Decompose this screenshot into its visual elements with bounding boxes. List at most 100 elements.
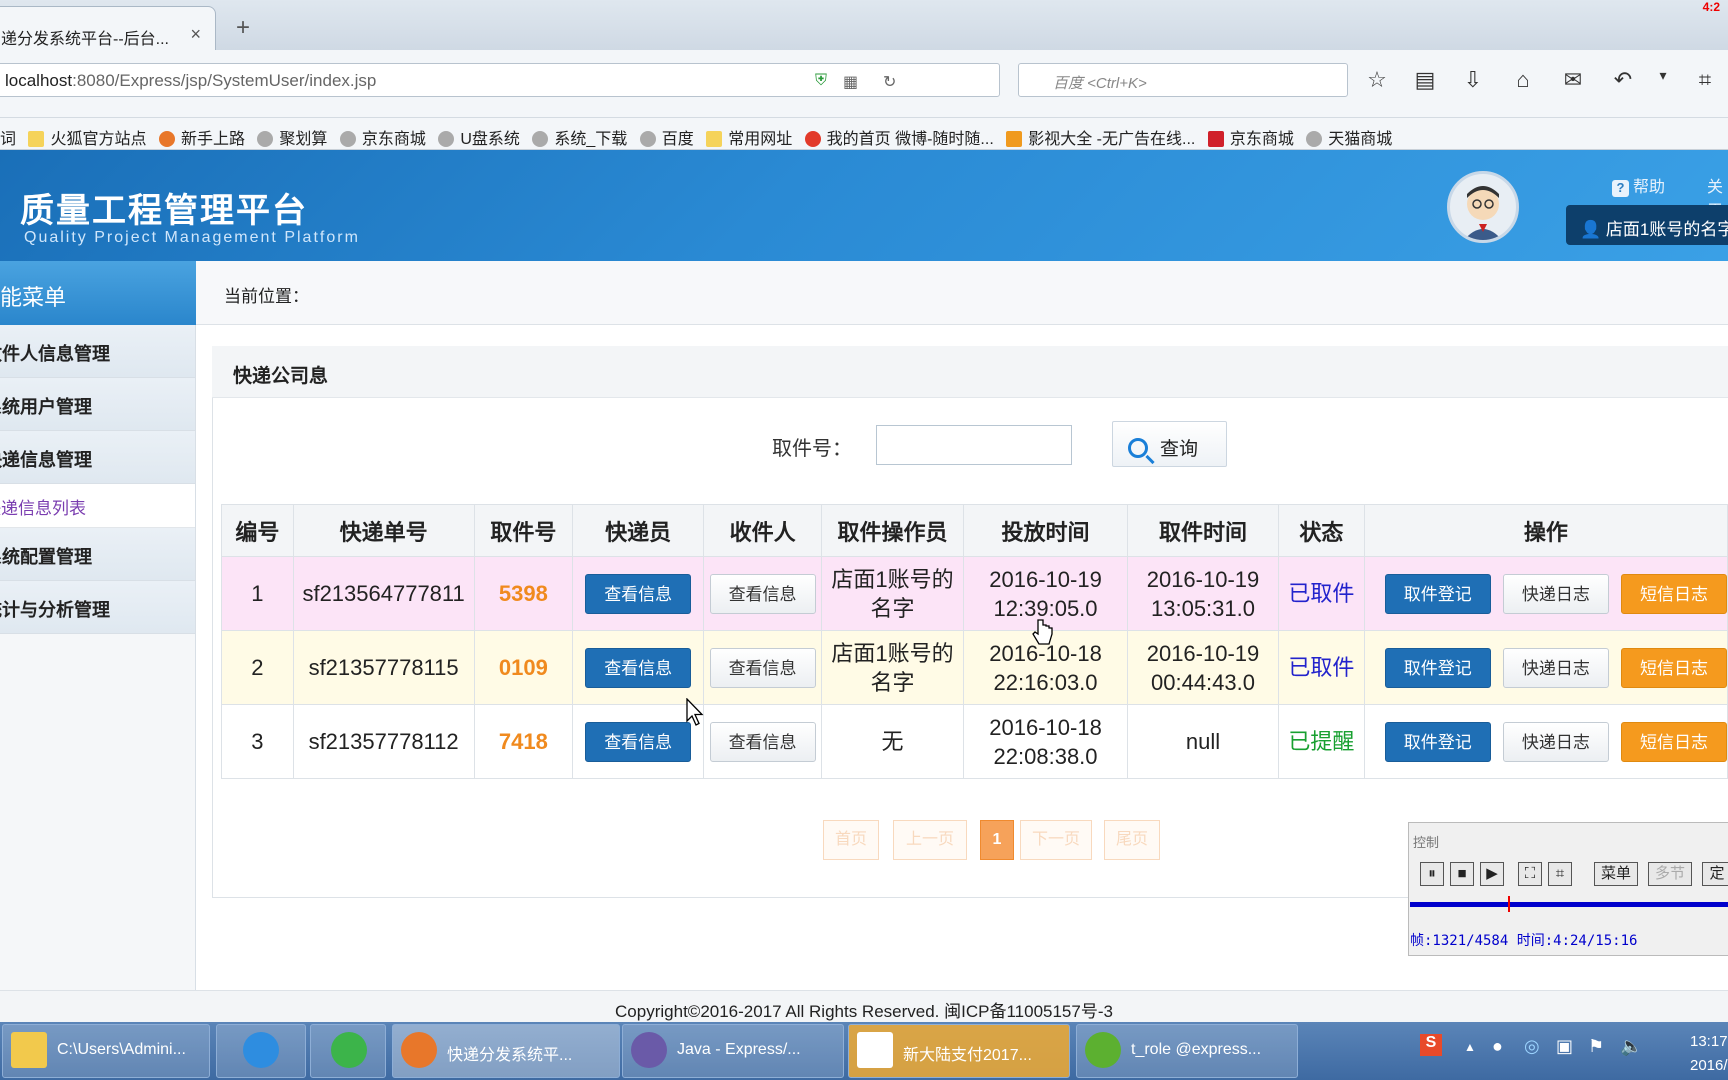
taskbar-item-navicat[interactable]: t_role @express... <box>1076 1024 1298 1078</box>
register-button[interactable]: 取件登记 <box>1384 573 1491 614</box>
multi-button[interactable]: 多节 <box>1648 862 1692 886</box>
sidebar-item-recipient[interactable]: 收件人信息管理 <box>0 325 195 378</box>
reload-icon[interactable]: ↻ <box>883 72 896 92</box>
undo-icon[interactable]: ↶ <box>1608 67 1638 93</box>
folder-icon <box>706 131 723 147</box>
volume-icon[interactable]: 🔈 <box>1620 1036 1642 1057</box>
sidebar-item-system-user[interactable]: 系统用户管理 <box>0 378 195 431</box>
register-button[interactable]: 取件登记 <box>1384 721 1491 762</box>
bookmark-item[interactable]: 常用网址 <box>706 125 792 149</box>
menu-button[interactable]: 菜单 <box>1594 862 1638 886</box>
browser-search-input[interactable]: 百度 <Ctrl+K> <box>1018 63 1348 97</box>
firefox-icon <box>158 131 175 147</box>
express-log-button[interactable]: 快递日志 <box>1502 573 1609 614</box>
view-courier-button[interactable]: 查看信息 <box>585 647 692 688</box>
cell-courier: 查看信息 <box>572 704 705 779</box>
cell-operator: 店面1账号的名字 <box>820 630 965 705</box>
qr-code-icon[interactable]: ▦ <box>843 72 858 92</box>
col-header: 投放时间 <box>963 504 1129 557</box>
clipboard-icon[interactable]: ▣ <box>1556 1036 1573 1057</box>
help-link[interactable]: ? 帮助 <box>1612 173 1665 197</box>
reading-list-icon[interactable]: ▤ <box>1410 67 1440 93</box>
table-row: 2 sf21357778115 0109 查看信息 查看信息 店面1账号的名字 … <box>221 630 1728 705</box>
express-log-button[interactable]: 快递日志 <box>1502 721 1609 762</box>
search-button[interactable]: 查询 <box>1112 421 1227 467</box>
view-courier-button[interactable]: 查看信息 <box>585 721 692 762</box>
chat-icon[interactable]: ✉ <box>1558 67 1588 93</box>
sidebar-item-express[interactable]: 快递信息管理 <box>0 431 195 484</box>
taskbar-item-browser[interactable] <box>310 1024 386 1078</box>
pager-current[interactable]: 1 <box>980 820 1014 860</box>
new-tab-button[interactable]: + <box>236 14 250 42</box>
bookmark-item[interactable]: 京东商城 <box>1207 125 1294 149</box>
bookmark-item[interactable]: 系统_下载 <box>532 125 627 149</box>
star-icon[interactable]: ☆ <box>1362 67 1392 93</box>
fullscreen-icon[interactable]: ⌗ <box>1548 862 1572 886</box>
stop-icon[interactable]: ■ <box>1450 862 1474 886</box>
user-menu[interactable]: 👤 店面1账号的名字 <box>1566 205 1728 245</box>
browser-tab[interactable]: 递分发系统平台--后台... × <box>0 6 216 52</box>
view-recipient-button[interactable]: 查看信息 <box>709 721 816 762</box>
sms-log-button[interactable]: 短信日志 <box>1620 721 1727 762</box>
address-bar[interactable]: localhost:8080/Express/jsp/SystemUser/in… <box>0 63 1000 97</box>
pickup-search-input[interactable] <box>876 425 1072 465</box>
bookmark-item[interactable]: 百度 <box>639 125 694 149</box>
taskbar-item-explorer[interactable]: C:\Users\Admini... <box>2 1024 210 1078</box>
next-frame-icon[interactable]: ▶ <box>1480 862 1504 886</box>
bookmark-item[interactable]: 火狐官方站点 <box>28 125 146 149</box>
pager-prev[interactable]: 上一页 <box>893 820 967 860</box>
sms-log-button[interactable]: 短信日志 <box>1620 647 1727 688</box>
cell-operator: 店面1账号的名字 <box>820 556 965 631</box>
col-header: 操作 <box>1363 504 1728 557</box>
download-icon[interactable]: ⇩ <box>1458 67 1488 93</box>
taskbar-item-ie[interactable] <box>216 1024 306 1078</box>
avatar[interactable] <box>1447 171 1519 243</box>
bookmark-item[interactable]: 新手上路 <box>158 125 245 149</box>
bookmark-item[interactable]: 词 <box>0 125 16 149</box>
sidebar-item-express-list[interactable]: 快递信息列表 <box>0 484 195 528</box>
sidebar-item-stats[interactable]: 统计与分析管理 <box>0 581 195 634</box>
taskbar-item-firefox[interactable]: 快递分发系统平... <box>392 1024 620 1078</box>
home-icon[interactable]: ⌂ <box>1508 67 1538 93</box>
tray-expand-icon[interactable]: ▲ <box>1464 1040 1476 1054</box>
network-icon[interactable]: ◎ <box>1524 1036 1540 1057</box>
pager-next[interactable]: 下一页 <box>1020 820 1092 860</box>
fixed-button[interactable]: 定 <box>1702 862 1728 886</box>
bookmark-item[interactable]: 影视大全 -无广告在线... <box>1006 125 1195 149</box>
view-courier-button[interactable]: 查看信息 <box>585 573 692 614</box>
taskbar-item-ppt[interactable]: 新大陆支付2017... <box>848 1024 1070 1078</box>
cell-actions: 取件登记 快递日志 短信日志 <box>1363 630 1728 705</box>
express-log-button[interactable]: 快递日志 <box>1502 647 1609 688</box>
help-icon: ? <box>1612 180 1629 197</box>
bookmark-item[interactable]: 京东商城 <box>339 125 426 149</box>
arrow-cursor-icon <box>686 698 704 726</box>
jd-icon <box>1207 131 1224 147</box>
url-host: localhost <box>5 71 73 90</box>
view-recipient-button[interactable]: 查看信息 <box>709 647 816 688</box>
crop-icon[interactable]: ⌗ <box>1690 67 1720 93</box>
pager-last[interactable]: 尾页 <box>1104 820 1160 860</box>
bookmark-item[interactable]: 天猫商城 <box>1306 125 1392 149</box>
express-table: 编号 快递单号 取件号 快递员 收件人 取件操作员 投放时间 取件时间 状态 操… <box>221 504 1728 779</box>
pager-first[interactable]: 首页 <box>823 820 879 860</box>
ime-icon[interactable]: S <box>1420 1034 1442 1056</box>
register-button[interactable]: 取件登记 <box>1384 647 1491 688</box>
tray-clock[interactable]: 13:172016/10 <box>1690 1030 1728 1078</box>
bookmark-item[interactable]: 我的首页 微博-随时随... <box>804 125 994 149</box>
pause-icon[interactable]: ⏸ <box>1420 862 1444 886</box>
chevron-down-icon[interactable]: ▾ <box>1648 67 1678 84</box>
bookmark-item[interactable]: U盘系统 <box>438 125 520 149</box>
tab-close-icon[interactable]: × <box>190 24 201 45</box>
view-recipient-button[interactable]: 查看信息 <box>709 573 816 614</box>
sidebar-item-config[interactable]: 系统配置管理 <box>0 528 195 581</box>
flag-icon[interactable]: ⚑ <box>1588 1036 1604 1057</box>
fit-window-icon[interactable]: ⛶ <box>1518 862 1542 886</box>
bookmark-item[interactable]: 聚划算 <box>257 125 327 149</box>
col-header: 取件号 <box>473 504 574 557</box>
timeline-slider[interactable] <box>1410 902 1728 907</box>
table-header-row: 编号 快递单号 取件号 快递员 收件人 取件操作员 投放时间 取件时间 状态 操… <box>221 504 1728 557</box>
qq-icon[interactable]: ● <box>1492 1036 1503 1057</box>
taskbar-item-eclipse[interactable]: Java - Express/... <box>622 1024 844 1078</box>
sms-log-button[interactable]: 短信日志 <box>1620 573 1727 614</box>
timeline-marker[interactable] <box>1508 896 1510 912</box>
